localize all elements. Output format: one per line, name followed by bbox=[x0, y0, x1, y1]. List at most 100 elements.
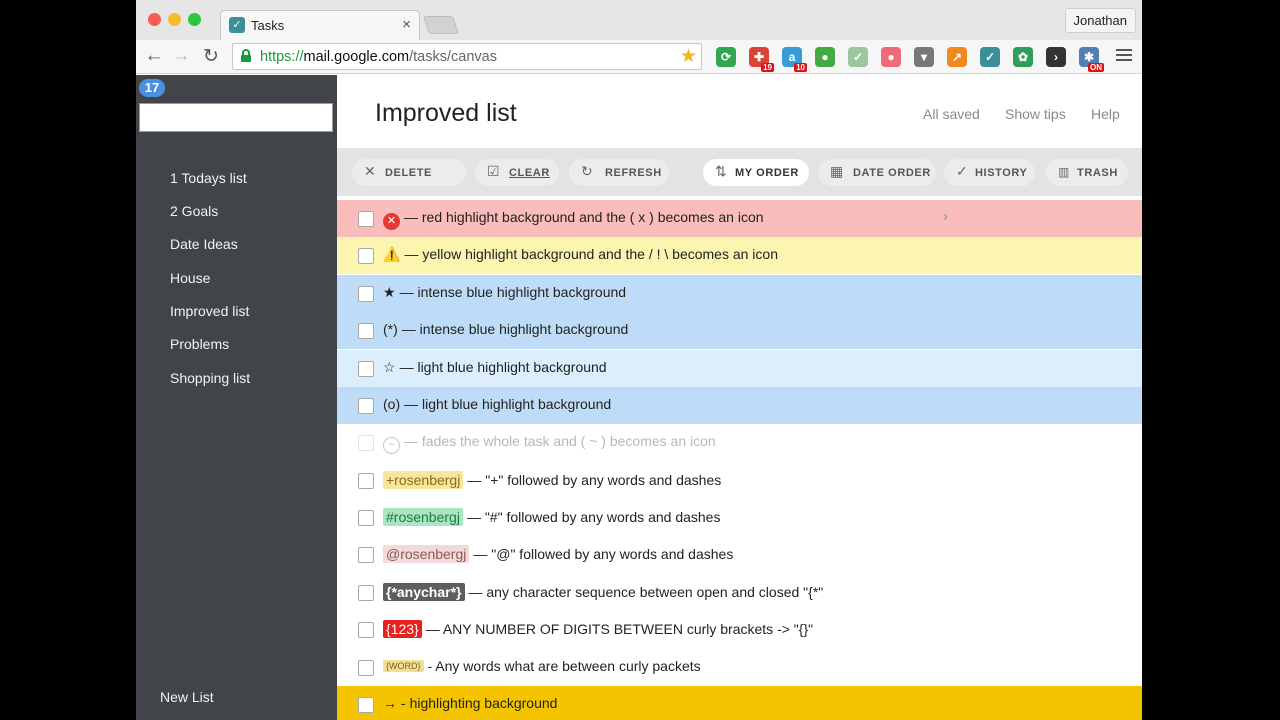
delete-button[interactable]: ✕ DELETE bbox=[352, 159, 466, 186]
zoom-window-button[interactable] bbox=[188, 13, 201, 26]
a-ext-icon[interactable]: a 10 bbox=[782, 47, 807, 72]
new-list-button[interactable]: New List bbox=[160, 689, 214, 705]
task-label: — ANY NUMBER OF DIGITS BETWEEN curly bra… bbox=[425, 621, 814, 637]
sidebar-item-house[interactable]: House bbox=[170, 270, 210, 286]
task-tag: {123} bbox=[383, 620, 422, 638]
task-row[interactable]: {WORD} - Any words what are between curly… bbox=[337, 649, 1142, 686]
task-label: — "#" followed by any words and dashes bbox=[466, 509, 721, 525]
task-text[interactable]: {WORD} - Any words what are between curly… bbox=[383, 658, 701, 674]
check-icon: ✓ bbox=[956, 163, 968, 179]
close-window-button[interactable] bbox=[148, 13, 161, 26]
task-row[interactable]: ☆ — light blue highlight background bbox=[337, 350, 1142, 387]
task-row[interactable]: +rosenbergj — "+" followed by any words a… bbox=[337, 462, 1142, 499]
terminal-ext-icon[interactable]: › bbox=[1046, 47, 1066, 67]
task-checkbox[interactable] bbox=[358, 361, 374, 377]
leaf-ext-icon[interactable]: ● bbox=[815, 47, 835, 67]
task-checkbox[interactable] bbox=[358, 622, 374, 638]
task-checkbox[interactable] bbox=[358, 286, 374, 302]
task-row[interactable]: ⚠️ — yellow highlight background and the … bbox=[337, 237, 1142, 274]
task-checkbox[interactable] bbox=[358, 435, 374, 451]
refresh-ext-icon[interactable]: ⟳ bbox=[716, 47, 736, 67]
show-tips-link[interactable]: Show tips bbox=[1005, 106, 1066, 122]
task-row[interactable]: {*anychar*} — any character sequence betw… bbox=[337, 574, 1142, 611]
task-prefix: → - bbox=[383, 695, 406, 711]
task-checkbox[interactable] bbox=[358, 211, 374, 227]
task-row[interactable]: (o) — light blue highlight background bbox=[337, 387, 1142, 424]
sidebar-item-date-ideas[interactable]: Date Ideas bbox=[170, 236, 238, 252]
task-text[interactable]: ~ — fades the whole task and ( ~ ) become… bbox=[383, 433, 716, 454]
pocket-ext-icon[interactable]: ▾ bbox=[914, 47, 934, 67]
search-input[interactable] bbox=[139, 103, 333, 132]
task-text[interactable]: (*) — intense blue highlight background bbox=[383, 321, 628, 337]
bug-ext-icon[interactable]: ✿ bbox=[1013, 47, 1033, 67]
sidebar-item-problems[interactable]: Problems bbox=[170, 336, 229, 352]
reload-icon[interactable]: ↻ bbox=[200, 45, 222, 68]
task-row[interactable]: {123} — ANY NUMBER OF DIGITS BETWEEN curl… bbox=[337, 611, 1142, 648]
refresh-button[interactable]: ↻ REFRESH bbox=[569, 159, 669, 186]
fade-icon: ~ bbox=[383, 437, 400, 454]
task-text[interactable]: (o) — light blue highlight background bbox=[383, 396, 611, 412]
task-tag: #rosenbergj bbox=[383, 508, 463, 526]
task-row[interactable]: #rosenbergj — "#" followed by any words a… bbox=[337, 499, 1142, 536]
history-button[interactable]: ✓ HISTORY bbox=[944, 159, 1035, 186]
task-text[interactable]: {123} — ANY NUMBER OF DIGITS BETWEEN curl… bbox=[383, 620, 813, 638]
task-text[interactable]: @rosenbergj — "@" followed by any words a… bbox=[383, 545, 733, 563]
profile-button[interactable]: Jonathan bbox=[1064, 8, 1136, 33]
task-label: - Any words what are between curly packe… bbox=[427, 658, 701, 674]
task-text[interactable]: → - highlighting background bbox=[383, 695, 557, 711]
tab-strip: ✓ Tasks × Jonathan bbox=[136, 0, 1142, 40]
task-row[interactable]: ~ — fades the whole task and ( ~ ) become… bbox=[337, 424, 1142, 461]
address-bar[interactable]: https://mail.google.com/tasks/canvas ★ bbox=[232, 43, 702, 70]
task-row[interactable]: ✕ — red highlight background and the ( x … bbox=[337, 200, 1142, 237]
task-text[interactable]: ⚠️ — yellow highlight background and the … bbox=[383, 246, 778, 263]
task-checkbox[interactable] bbox=[358, 660, 374, 676]
task-checkbox[interactable] bbox=[358, 547, 374, 563]
sidebar-item-shopping-list[interactable]: Shopping list bbox=[170, 370, 250, 386]
sidebar-item-goals[interactable]: 2 Goals bbox=[170, 203, 218, 219]
task-row[interactable]: (*) — intense blue highlight background bbox=[337, 312, 1142, 349]
task-tag: @rosenbergj bbox=[383, 545, 470, 563]
task-row[interactable]: @rosenbergj — "@" followed by any words a… bbox=[337, 536, 1142, 573]
date-order-button[interactable]: ▦ DATE ORDER bbox=[818, 159, 936, 186]
task-checkbox[interactable] bbox=[358, 248, 374, 264]
sidebar-item-todays-list[interactable]: 1 Todays list bbox=[170, 170, 247, 186]
task-row[interactable]: → - highlighting background bbox=[337, 686, 1142, 720]
my-order-button[interactable]: ⇅ MY ORDER bbox=[703, 159, 809, 186]
task-text[interactable]: +rosenbergj — "+" followed by any words a… bbox=[383, 471, 721, 489]
task-checkbox[interactable] bbox=[358, 323, 374, 339]
task-checkbox[interactable] bbox=[358, 398, 374, 414]
new-tab-button[interactable] bbox=[423, 16, 459, 34]
chevron-right-icon[interactable]: › bbox=[943, 208, 948, 226]
task-text[interactable]: ★ — intense blue highlight background bbox=[383, 284, 626, 301]
minimize-window-button[interactable] bbox=[168, 13, 181, 26]
tasks-favicon-icon: ✓ bbox=[229, 17, 245, 33]
tab-title: Tasks bbox=[251, 18, 285, 33]
chart-ext-icon[interactable]: ↗ bbox=[947, 47, 967, 67]
back-arrow-icon[interactable]: ← bbox=[143, 45, 165, 67]
task-checkbox[interactable] bbox=[358, 585, 374, 601]
task-text[interactable]: {*anychar*} — any character sequence betw… bbox=[383, 583, 823, 601]
sort-icon: ⇅ bbox=[715, 163, 727, 179]
task-text[interactable]: ☆ — light blue highlight background bbox=[383, 359, 607, 376]
browser-toolbar: ← → ↻ https://mail.google.com/tasks/canv… bbox=[136, 40, 1142, 74]
tasks-ext-icon[interactable]: ✓ bbox=[980, 47, 1000, 67]
chrome-menu-icon[interactable] bbox=[1116, 49, 1132, 63]
browser-tab[interactable]: ✓ Tasks × bbox=[220, 10, 420, 40]
forward-arrow-icon[interactable]: → bbox=[170, 45, 192, 67]
puzzle-ext-icon[interactable]: ✚ 19 bbox=[749, 47, 774, 72]
sidebar-item-improved-list[interactable]: Improved list bbox=[170, 303, 249, 319]
task-row[interactable]: ★ — intense blue highlight background bbox=[337, 275, 1142, 312]
task-checkbox[interactable] bbox=[358, 697, 374, 713]
task-checkbox[interactable] bbox=[358, 510, 374, 526]
circle-ext-icon[interactable]: ● bbox=[881, 47, 901, 67]
gear-ext-icon[interactable]: ✱ ON bbox=[1079, 47, 1104, 72]
task-text[interactable]: ✕ — red highlight background and the ( x … bbox=[383, 209, 764, 230]
task-text[interactable]: #rosenbergj — "#" followed by any words a… bbox=[383, 508, 720, 526]
clear-button[interactable]: ☑ CLEAR bbox=[475, 159, 559, 186]
tab-close-icon[interactable]: × bbox=[402, 16, 411, 33]
bookmark-star-icon[interactable]: ★ bbox=[680, 45, 697, 68]
help-link[interactable]: Help bbox=[1091, 106, 1120, 122]
trash-button[interactable]: ▥ TRASH bbox=[1046, 159, 1128, 186]
task-checkbox[interactable] bbox=[358, 473, 374, 489]
check-ext-icon[interactable]: ✓ bbox=[848, 47, 868, 67]
